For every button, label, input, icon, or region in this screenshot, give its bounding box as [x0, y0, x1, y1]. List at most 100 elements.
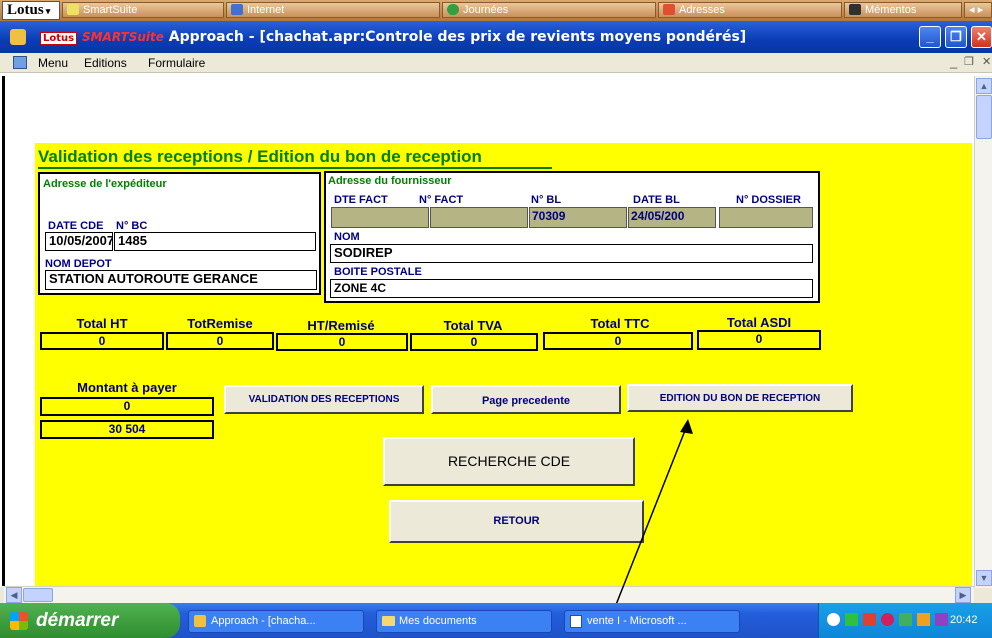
nom-label: NOM: [334, 231, 360, 243]
edition-bon-reception-button[interactable]: EDITION DU BON DE RECEPTION: [627, 384, 853, 412]
tray-app-icon-1[interactable]: [845, 613, 858, 626]
smartsuite-drawer[interactable]: SmartSuite: [62, 2, 224, 18]
tray-app-icon-2[interactable]: [863, 613, 876, 626]
total-tva-field[interactable]: 0: [410, 333, 538, 351]
menu-formulaire[interactable]: Formulaire: [148, 56, 205, 70]
boite-postale-field[interactable]: ZONE 4C: [330, 279, 813, 298]
approach-app-icon[interactable]: [10, 29, 26, 45]
internet-drawer[interactable]: Internet: [226, 2, 440, 18]
restore-icon: ❐: [950, 29, 962, 44]
tray-app-icon-4[interactable]: [899, 613, 912, 626]
window-titlebar: Lotus SMARTSuite Approach - [chachat.apr…: [0, 21, 992, 53]
mementos-label: Mémentos: [865, 4, 917, 16]
form-title: Validation des receptions / Edition du b…: [38, 147, 482, 166]
start-button[interactable]: démarrer: [0, 603, 180, 638]
task-approach[interactable]: Approach - [chacha...: [188, 610, 364, 633]
document-icon[interactable]: [13, 56, 27, 69]
total-ht-label: Total HT: [76, 316, 128, 331]
dropdown-arrow-icon: ▾: [45, 6, 51, 16]
sender-heading: Adresse de l'expéditeur: [43, 178, 167, 190]
restore-button[interactable]: ❐: [945, 26, 967, 48]
windows-logo-icon: [10, 612, 28, 630]
smartsuite-label: SmartSuite: [83, 4, 138, 16]
form-title-underline: [38, 167, 552, 169]
smartsuite-scroll[interactable]: ◂ ▸: [964, 2, 992, 18]
scroll-right-icon[interactable]: ▶: [955, 587, 971, 603]
date-cde-field[interactable]: 10/05/2007: [45, 232, 113, 251]
ht-remise-label: HT/Remisé: [307, 318, 375, 333]
minimize-icon: _: [926, 29, 934, 44]
dte-fact-field[interactable]: [331, 207, 429, 228]
doc-minimize-icon[interactable]: _: [950, 54, 957, 69]
word-doc-icon: [570, 615, 582, 628]
scroll-up-icon[interactable]: ▲: [976, 78, 992, 94]
n-fact-field[interactable]: [430, 207, 528, 228]
menu-bar: Menu Editions Formulaire _ ❐ ✕: [0, 53, 992, 73]
task-mes-documents[interactable]: Mes documents: [376, 610, 552, 633]
dte-fact-label: DTE FACT: [334, 194, 388, 206]
retour-button[interactable]: RETOUR: [389, 500, 644, 543]
scroll-down-icon[interactable]: ▼: [976, 570, 992, 586]
recherche-cde-button[interactable]: RECHERCHE CDE: [383, 437, 635, 486]
tot-remise-label: TotRemise: [187, 316, 253, 331]
journees-drawer[interactable]: Journées: [442, 2, 656, 18]
adresses-label: Adresses: [679, 4, 725, 16]
close-button[interactable]: ✕: [971, 26, 992, 48]
folder-icon: [382, 616, 395, 626]
tray-app-icon-6[interactable]: [935, 613, 948, 626]
validation-receptions-button[interactable]: VALIDATION DES RECEPTIONS: [224, 385, 424, 414]
total-tva-label: Total TVA: [443, 318, 503, 333]
total-ttc-field[interactable]: 0: [543, 332, 693, 350]
workspace-left-border: [2, 76, 5, 586]
journees-label: Journées: [463, 4, 509, 16]
internet-icon: [231, 4, 243, 15]
nom-depot-field[interactable]: STATION AUTOROUTE GERANCE: [45, 270, 317, 290]
boite-postale-label: BOITE POSTALE: [334, 266, 422, 278]
internet-label: Internet: [247, 4, 285, 16]
scroll-arrows-icon: ◂ ▸: [969, 4, 984, 16]
supplier-name-field[interactable]: SODIREP: [330, 244, 813, 263]
page-precedente-button[interactable]: Page precedente: [431, 385, 621, 414]
tray-app-icon-3[interactable]: [881, 613, 894, 626]
task-word[interactable]: vente I - Microsoft ...: [564, 610, 740, 633]
adresses-drawer[interactable]: Adresses: [658, 2, 842, 18]
nbc-field[interactable]: 1485: [114, 232, 316, 251]
total-ht-field[interactable]: 0: [40, 332, 164, 350]
vertical-scroll-thumb[interactable]: [976, 95, 992, 139]
tot-remise-field[interactable]: 0: [166, 332, 274, 350]
doc-close-icon[interactable]: ✕: [982, 55, 991, 68]
task-mes-documents-label: Mes documents: [399, 615, 477, 627]
window-title: Lotus SMARTSuite Approach - [chachat.apr…: [40, 29, 746, 45]
n-bl-label: N° BL: [531, 194, 562, 206]
start-label: démarrer: [36, 610, 119, 631]
montant-label: Montant à payer: [77, 380, 177, 395]
total-asdi-field[interactable]: 0: [697, 330, 821, 350]
menu-editions[interactable]: Editions: [84, 56, 127, 70]
ht-remise-field[interactable]: 0: [276, 333, 408, 351]
close-icon: ✕: [976, 29, 987, 44]
date-cde-label: DATE CDE: [48, 220, 104, 232]
n-bl-field[interactable]: 70309: [529, 207, 627, 228]
tray-app-icon-5[interactable]: [917, 613, 930, 626]
n-dossier-field[interactable]: [719, 207, 813, 228]
menu-menu[interactable]: Menu: [38, 56, 68, 70]
minimize-button[interactable]: _: [919, 26, 941, 48]
scroll-left-icon[interactable]: ◀: [6, 587, 22, 603]
horizontal-scroll-thumb[interactable]: [23, 588, 53, 602]
nom-depot-label: NOM DEPOT: [45, 258, 112, 270]
lotus-menu-button[interactable]: Lotus ▾: [2, 1, 60, 20]
tray-back-icon[interactable]: [827, 613, 840, 626]
task-approach-label: Approach - [chacha...: [211, 615, 316, 627]
smartsuite-bar: Lotus ▾ SmartSuite Internet Journées Adre…: [0, 0, 992, 21]
mementos-drawer[interactable]: Mémentos: [844, 2, 962, 18]
montant-secondary-field[interactable]: 30 504: [40, 420, 214, 439]
montant-field[interactable]: 0: [40, 397, 214, 416]
task-word-label: vente I - Microsoft ...: [587, 615, 687, 627]
date-bl-field[interactable]: 24/05/200: [628, 207, 716, 228]
vertical-scrollbar[interactable]: ▲ ▼: [974, 76, 992, 588]
nbc-label: N° BC: [116, 220, 148, 232]
approach-task-icon: [194, 615, 206, 627]
doc-restore-icon[interactable]: ❐: [964, 55, 974, 68]
smartsuite-icon: [67, 4, 79, 15]
horizontal-scrollbar[interactable]: ◀ ▶: [4, 586, 974, 603]
